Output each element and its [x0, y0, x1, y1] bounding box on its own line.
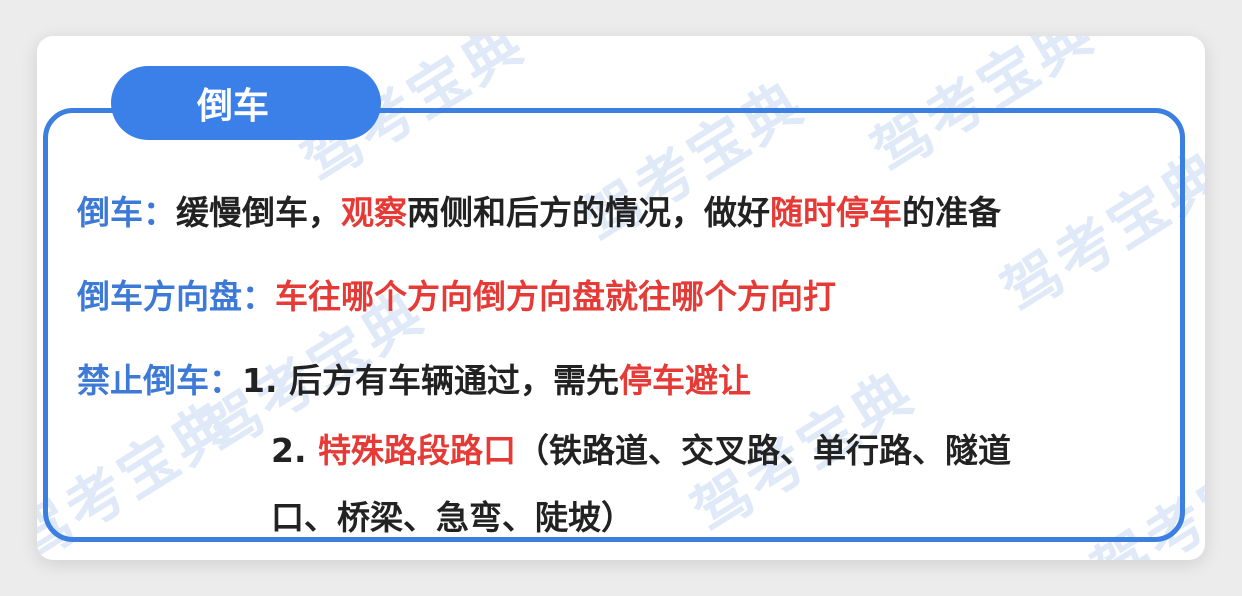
- list-number: 2.: [271, 431, 307, 470]
- rule-highlight: 特殊路段路口: [318, 431, 516, 470]
- rule-text: 后方有车辆通过，需先: [289, 361, 619, 400]
- rule-text: 口、桥梁、急弯、陡坡）: [271, 498, 634, 537]
- rule-card: 驾考宝典 驾考宝典 驾考宝典 驾考宝典 驾考宝典 驾考宝典 驾考宝典 驾考宝典 …: [37, 36, 1205, 560]
- rule-highlight: 车往哪个方向倒方向盘就往哪个方向打: [275, 277, 836, 316]
- rule-row-steering: 倒车方向盘：车往哪个方向倒方向盘就往哪个方向打: [77, 270, 836, 318]
- rule-text: （铁路道、交叉路、单行路、隧道: [516, 431, 1011, 470]
- rule-row-prohibited-2: 2. 特殊路段路口（铁路道、交叉路、单行路、隧道: [271, 424, 1011, 472]
- rule-label: 倒车方向盘：: [77, 277, 275, 316]
- rule-highlight: 随时停车: [770, 193, 902, 232]
- rule-highlight: 停车避让: [619, 361, 751, 400]
- rule-text: 的准备: [902, 193, 1001, 232]
- rule-row-prohibited-1: 禁止倒车：1. 后方有车辆通过，需先停车避让: [77, 354, 751, 402]
- rule-label: 禁止倒车：: [77, 361, 242, 400]
- rule-label: 倒车：: [77, 193, 176, 232]
- list-number: 1.: [242, 361, 278, 400]
- section-tab: 倒车: [111, 66, 381, 140]
- content-frame: [43, 108, 1185, 542]
- rule-row-reversing: 倒车：缓慢倒车，观察两侧和后方的情况，做好随时停车的准备: [77, 186, 1001, 234]
- rule-text: 两侧和后方的情况，做好: [407, 193, 770, 232]
- rule-row-prohibited-2-cont: 口、桥梁、急弯、陡坡）: [271, 491, 634, 539]
- rule-highlight: 观察: [341, 193, 407, 232]
- section-title: 倒车: [197, 86, 270, 127]
- rule-text: 缓慢倒车，: [176, 193, 341, 232]
